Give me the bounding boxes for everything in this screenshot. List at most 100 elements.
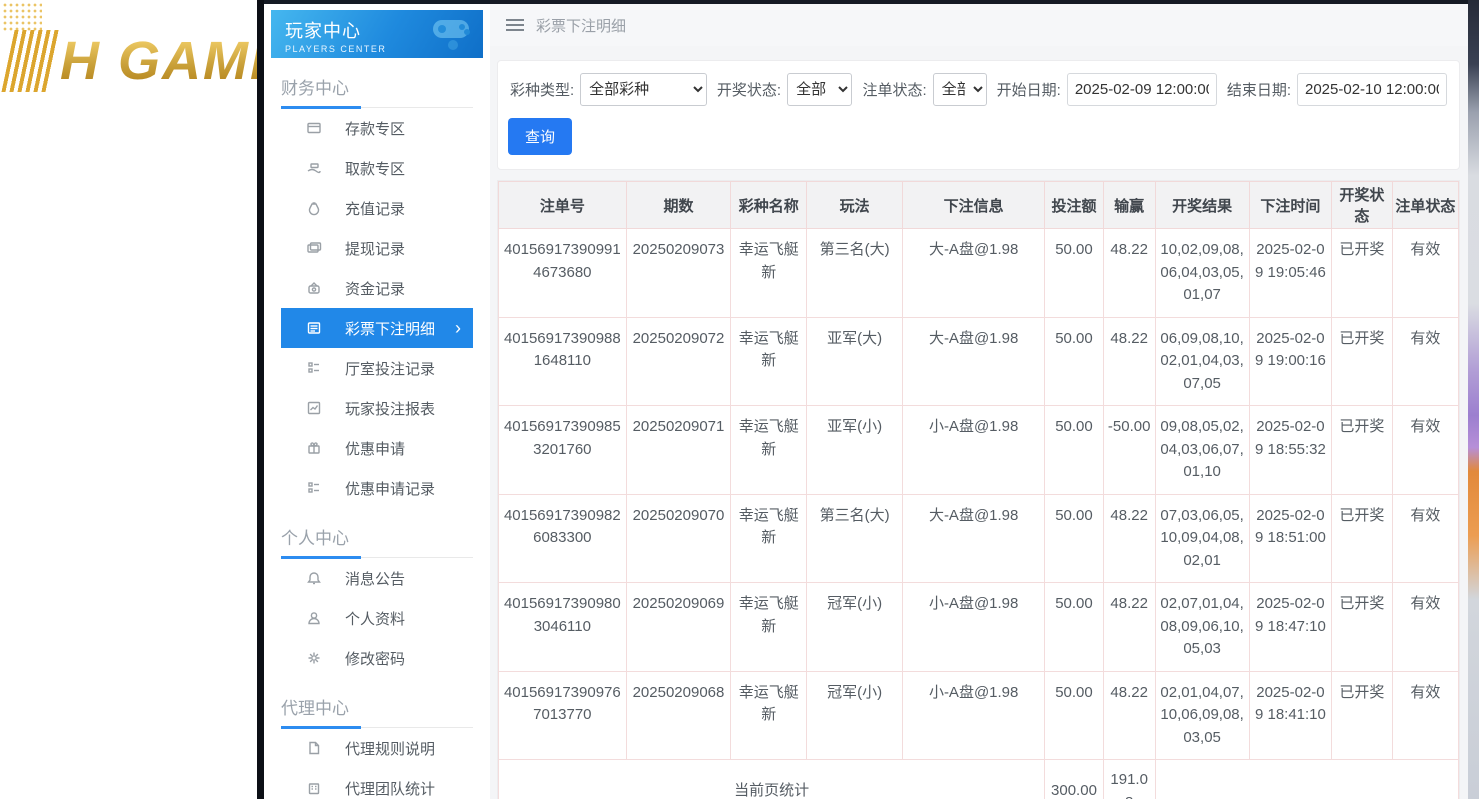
section-header: 财务中心	[281, 74, 473, 108]
sidebar-item[interactable]: 彩票下注明细›	[281, 308, 473, 348]
lottery-type-select[interactable]: 全部彩种	[580, 73, 707, 106]
table-cell: 2025-02-09 18:51:00	[1249, 494, 1332, 583]
sidebar-item[interactable]: 资金记录	[281, 268, 473, 308]
sidebar-item-label: 充值记录	[345, 198, 405, 219]
table-cell: 20250209071	[626, 406, 731, 495]
table-cell: 幸运飞艇新	[731, 671, 807, 760]
topbar: 彩票下注明细	[490, 4, 1468, 46]
table-cell: 已开奖	[1332, 406, 1392, 495]
table-cell: 大-A盘@1.98	[903, 229, 1045, 318]
table-cell: 幸运飞艇新	[731, 494, 807, 583]
table-cell: 48.22	[1103, 671, 1155, 760]
start-date-input[interactable]	[1067, 73, 1217, 106]
table-cell: 幸运飞艇新	[731, 229, 807, 318]
order-status-label: 注单状态:	[862, 79, 926, 100]
sidebar-nav: 财务中心存款专区取款专区充值记录提现记录资金记录彩票下注明细›厅室投注记录玩家投…	[264, 74, 490, 799]
table-cell: 2025-02-09 18:41:10	[1249, 671, 1332, 760]
sidebar-item[interactable]: 玩家投注报表	[281, 388, 473, 428]
funds-record-icon	[305, 279, 323, 297]
table-row[interactable]: 40156917390985320176020250209071幸运飞艇新亚军(…	[499, 406, 1459, 495]
sidebar-item-label: 玩家投注报表	[345, 398, 435, 419]
sidebar-item[interactable]: 代理团队统计	[281, 768, 473, 799]
recharge-bag-icon	[305, 199, 323, 217]
draw-status-select[interactable]: 全部	[787, 73, 852, 106]
sidebar-item-label: 取款专区	[345, 158, 405, 179]
sidebar: 玩家中心 PLAYERS CENTER 财务中心存款专区取款专区充值记录提现记录…	[264, 4, 490, 799]
table-cell: 50.00	[1045, 229, 1104, 318]
table-row[interactable]: 40156917390991467368020250209073幸运飞艇新第三名…	[499, 229, 1459, 318]
sidebar-item[interactable]: 个人资料	[281, 598, 473, 638]
table-cell: 20250209073	[626, 229, 731, 318]
sidebar-item[interactable]: 优惠申请	[281, 428, 473, 468]
players-center-header: 玩家中心 PLAYERS CENTER	[271, 10, 483, 58]
sidebar-item-label: 存款专区	[345, 118, 405, 139]
table-cell: 02,01,04,07,10,06,09,08,03,05	[1155, 671, 1249, 760]
dark-edge-strip	[257, 0, 264, 799]
table-cell: 有效	[1392, 229, 1458, 318]
right-scroll-strip[interactable]	[1468, 0, 1479, 799]
sidebar-item-label: 优惠申请	[345, 438, 405, 459]
column-header: 下注信息	[903, 182, 1045, 229]
lottery-type-label: 彩种类型:	[510, 79, 574, 100]
order-status-select[interactable]: 全部	[933, 73, 987, 106]
sidebar-item[interactable]: 代理规则说明	[281, 728, 473, 768]
player-report-icon	[305, 399, 323, 417]
sidebar-item-label: 彩票下注明细	[345, 318, 435, 339]
sidebar-item[interactable]: 厅室投注记录	[281, 348, 473, 388]
sidebar-item[interactable]: 充值记录	[281, 188, 473, 228]
sidebar-item[interactable]: 修改密码	[281, 638, 473, 678]
sidebar-item-label: 代理规则说明	[345, 738, 435, 759]
table-cell: 2025-02-09 18:47:10	[1249, 583, 1332, 672]
hamburger-menu-icon[interactable]	[506, 19, 524, 31]
sidebar-item[interactable]: 消息公告	[281, 558, 473, 598]
lottery-detail-icon	[305, 319, 323, 337]
sidebar-item[interactable]: 优惠申请记录	[281, 468, 473, 508]
table-cell: 小-A盘@1.98	[903, 671, 1045, 760]
table-cell: 已开奖	[1332, 671, 1392, 760]
table-cell: 48.22	[1103, 229, 1155, 318]
table-cell: 2025-02-09 19:00:16	[1249, 317, 1332, 406]
end-date-input[interactable]	[1297, 73, 1447, 106]
table-cell: 2025-02-09 19:05:46	[1249, 229, 1332, 318]
table-row[interactable]: 40156917390976701377020250209068幸运飞艇新冠军(…	[499, 671, 1459, 760]
sidebar-item-label: 优惠申请记录	[345, 478, 435, 499]
main-content: 彩票下注明细 彩种类型: 全部彩种 开奖状态: 全部 注单状态: 全部 开始日期…	[490, 4, 1468, 799]
sidebar-item[interactable]: 存款专区	[281, 108, 473, 148]
page-title: 彩票下注明细	[536, 15, 626, 36]
team-stats-icon	[305, 779, 323, 797]
table-cell: 401569173909853201760	[499, 406, 627, 495]
sidebar-item[interactable]: 提现记录	[281, 228, 473, 268]
table-cell: 50.00	[1045, 583, 1104, 672]
summary-winloss-total: 191.08	[1103, 760, 1155, 799]
table-cell: 48.22	[1103, 494, 1155, 583]
withdraw-hand-icon	[305, 159, 323, 177]
section-label: 代理中心	[281, 699, 349, 718]
table-cell: 有效	[1392, 671, 1458, 760]
table-cell: 401569173909803046110	[499, 583, 627, 672]
table-cell: 已开奖	[1332, 494, 1392, 583]
sidebar-item[interactable]: 取款专区	[281, 148, 473, 188]
table-row[interactable]: 40156917390988164811020250209072幸运飞艇新亚军(…	[499, 317, 1459, 406]
promo-apply-icon	[305, 439, 323, 457]
table-cell: 亚军(小)	[807, 406, 903, 495]
deposit-card-icon	[305, 119, 323, 137]
table-cell: 有效	[1392, 583, 1458, 672]
table-cell: 大-A盘@1.98	[903, 317, 1045, 406]
table-cell: 20250209070	[626, 494, 731, 583]
table-row[interactable]: 40156917390980304611020250209069幸运飞艇新冠军(…	[499, 583, 1459, 672]
brand-panel: H GAME	[0, 0, 257, 799]
summary-label: 当前页统计	[499, 760, 1045, 799]
table-cell: 06,09,08,10,02,01,04,03,07,05	[1155, 317, 1249, 406]
table-cell: 亚军(大)	[807, 317, 903, 406]
table-cell: 50.00	[1045, 317, 1104, 406]
query-button[interactable]: 查询	[508, 118, 572, 155]
summary-empty	[1155, 760, 1458, 799]
sidebar-item-label: 消息公告	[345, 568, 405, 589]
table-cell: -50.00	[1103, 406, 1155, 495]
summary-row: 当前页统计300.00191.08	[499, 760, 1459, 799]
table-cell: 第三名(大)	[807, 494, 903, 583]
document-icon	[305, 739, 323, 757]
sidebar-item-label: 代理团队统计	[345, 778, 435, 799]
section-label: 个人中心	[281, 529, 349, 548]
table-row[interactable]: 40156917390982608330020250209070幸运飞艇新第三名…	[499, 494, 1459, 583]
